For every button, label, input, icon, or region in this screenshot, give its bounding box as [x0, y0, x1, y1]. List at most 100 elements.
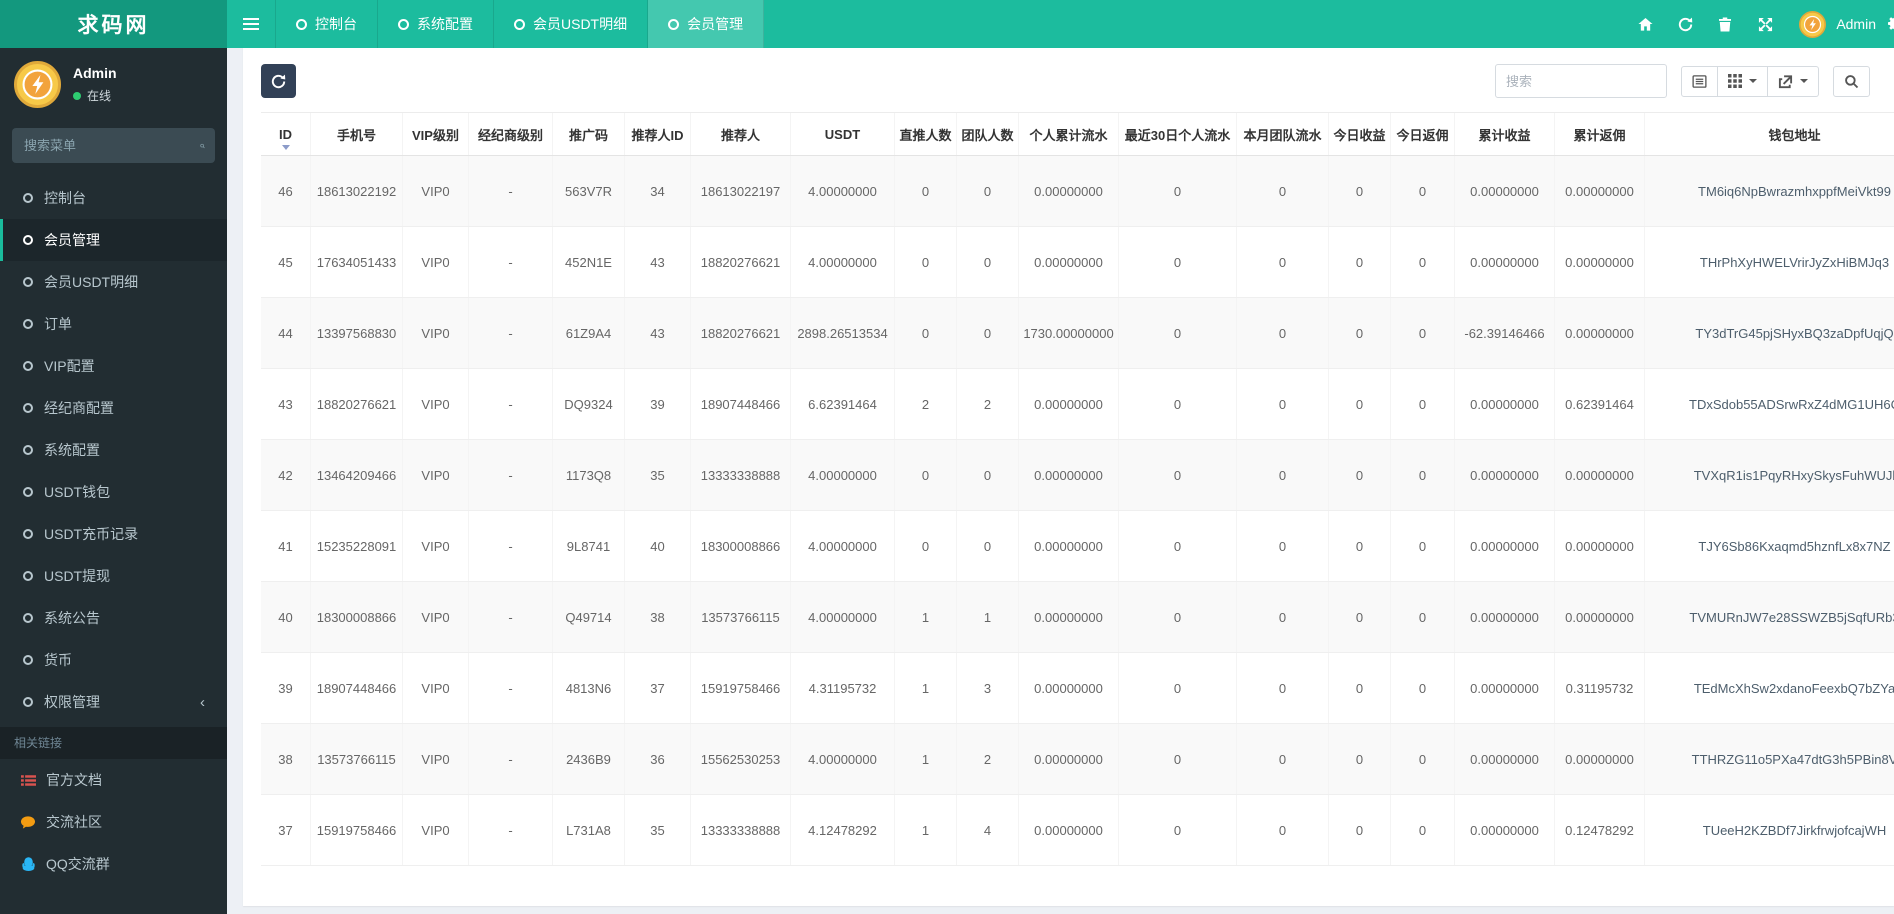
- column-header-team_flow_month[interactable]: 本月团队流水: [1237, 113, 1329, 155]
- column-header-today_income[interactable]: 今日收益: [1329, 113, 1391, 155]
- cell-wallet_address: TVMURnJW7e28SSWZB5jSqfURb3: [1645, 582, 1894, 652]
- column-header-promo_code[interactable]: 推广码: [553, 113, 625, 155]
- sidebar-item-会员USDT明细[interactable]: 会员USDT明细: [0, 261, 227, 303]
- sidebar-item-系统配置[interactable]: 系统配置: [0, 429, 227, 471]
- sidebar-item-USDT钱包[interactable]: USDT钱包: [0, 471, 227, 513]
- column-header-today_rebate[interactable]: 今日返佣: [1391, 113, 1455, 155]
- column-header-id[interactable]: ID: [261, 113, 311, 155]
- menu-search-box[interactable]: [12, 128, 215, 163]
- column-header-referrer[interactable]: 推荐人: [691, 113, 791, 155]
- user-name: Admin: [1836, 16, 1876, 32]
- column-header-wallet_address[interactable]: 钱包地址: [1645, 113, 1894, 155]
- sidebar-item-VIP配置[interactable]: VIP配置: [0, 345, 227, 387]
- sidebar-item-权限管理[interactable]: 权限管理 ‹: [0, 681, 227, 723]
- table-body: 46 18613022192 VIP0-563V7R 34 18613022197 4.0…: [261, 156, 1894, 866]
- cell-id: 46: [261, 156, 311, 226]
- cell-personal_flow: 0.00000000: [1019, 653, 1119, 723]
- table-list-icon: [1692, 74, 1707, 88]
- column-header-total_rebate[interactable]: 累计返佣: [1555, 113, 1645, 155]
- column-header-referrer_id[interactable]: 推荐人ID: [625, 113, 691, 155]
- user-menu[interactable]: Admin: [1799, 10, 1876, 38]
- sidebar-link-交流社区[interactable]: 交流社区: [0, 801, 227, 843]
- sidebar-item-控制台[interactable]: 控制台: [0, 177, 227, 219]
- cell-personal_flow: 0.00000000: [1019, 511, 1119, 581]
- sidebar-item-系统公告[interactable]: 系统公告: [0, 597, 227, 639]
- sidebar-item-订单[interactable]: 订单: [0, 303, 227, 345]
- column-header-team_count[interactable]: 团队人数: [957, 113, 1019, 155]
- column-label: 个人累计流水: [1029, 127, 1108, 143]
- nav-tab-会员USDT明细[interactable]: 会员USDT明细: [494, 0, 649, 48]
- members-table: ID 手机号 VIP级别 经纪商级别 推广码 推荐人ID 推荐人 USDT 直推人数 团队人数 个人…: [261, 112, 1894, 866]
- sidebar-toggle-button[interactable]: [227, 0, 275, 48]
- cell-personal_flow_30d: 0: [1119, 511, 1237, 581]
- column-header-personal_flow_30d[interactable]: 最近30日个人流水: [1119, 113, 1237, 155]
- nav-tab-系统配置[interactable]: 系统配置: [378, 0, 494, 48]
- cell-promo_code: L731A8: [553, 795, 625, 865]
- cell-total_rebate: 0.00000000: [1555, 582, 1645, 652]
- column-label: USDT: [824, 126, 861, 142]
- cell-total_rebate: 0.62391464: [1555, 369, 1645, 439]
- sidebar-link-QQ交流群[interactable]: QQ交流群: [0, 843, 227, 885]
- refresh-button[interactable]: [1665, 0, 1705, 48]
- sidebar-item-USDT提现[interactable]: USDT提现: [0, 555, 227, 597]
- nav-tab-label: 控制台: [315, 16, 357, 32]
- settings-button[interactable]: [1876, 0, 1894, 48]
- column-header-usdt[interactable]: USDT: [791, 113, 895, 155]
- nav-tab-控制台[interactable]: 控制台: [275, 0, 378, 48]
- cell-phone: 15919758466: [311, 795, 403, 865]
- trash-button[interactable]: [1705, 0, 1745, 48]
- column-header-vip_level[interactable]: VIP级别: [403, 113, 469, 155]
- advanced-search-button[interactable]: [1833, 65, 1870, 97]
- cell-promo_code: DQ9324: [553, 369, 625, 439]
- column-label: 团队人数: [961, 127, 1014, 143]
- cell-total_rebate: 0.00000000: [1555, 440, 1645, 510]
- export-button[interactable]: [1768, 65, 1819, 97]
- menu-search-input[interactable]: [24, 138, 200, 153]
- table-search-input[interactable]: [1495, 64, 1667, 98]
- cell-wallet_address: TTHRZG11o5PXa47dtG3h5PBin8V: [1645, 724, 1894, 794]
- sidebar-item-货币[interactable]: 货币: [0, 639, 227, 681]
- column-header-direct_count[interactable]: 直推人数: [895, 113, 957, 155]
- table-row: 38 13573766115 VIP0-2436B9 36 15562530253 4.0…: [261, 724, 1894, 795]
- column-header-personal_flow[interactable]: 个人累计流水: [1019, 113, 1119, 155]
- sidebar-item-会员管理[interactable]: 会员管理: [0, 219, 227, 261]
- nav-tabs: 控制台 系统配置 会员USDT明细 会员管理: [275, 0, 765, 48]
- cell-personal_flow: 0.00000000: [1019, 369, 1119, 439]
- cell-team_flow_month: 0: [1237, 511, 1329, 581]
- cell-wallet_address: THrPhXyHWELVrirJyZxHiBMJq3: [1645, 227, 1894, 297]
- cell-id: 42: [261, 440, 311, 510]
- circle-icon: [23, 655, 33, 665]
- column-label: 推荐人: [720, 127, 760, 143]
- cell-vip_level: VIP0: [403, 156, 469, 226]
- expand-icon: [1758, 17, 1772, 31]
- doc-list-icon: [20, 772, 36, 788]
- sidebar-item-经纪商配置[interactable]: 经纪商配置: [0, 387, 227, 429]
- column-header-broker_level[interactable]: 经纪商级别: [469, 113, 553, 155]
- list-view-button[interactable]: [1681, 65, 1718, 97]
- nav-tab-会员管理[interactable]: 会员管理: [648, 0, 765, 48]
- sidebar-item-USDT充币记录[interactable]: USDT充币记录: [0, 513, 227, 555]
- circle-icon: [514, 18, 525, 30]
- avatar: [1799, 10, 1827, 38]
- cell-promo_code: Q49714: [553, 582, 625, 652]
- column-header-phone[interactable]: 手机号: [311, 113, 403, 155]
- cell-vip_level: VIP0: [403, 227, 469, 297]
- cell-phone: 18613022192: [311, 156, 403, 226]
- cell-total_rebate: 0.31195732: [1555, 653, 1645, 723]
- cell-promo_code: 2436B9: [553, 724, 625, 794]
- circle-icon: [23, 613, 33, 623]
- refresh-table-button[interactable]: [261, 64, 296, 98]
- cell-team_flow_month: 0: [1237, 298, 1329, 368]
- cell-team_count: 4: [957, 795, 1019, 865]
- cell-referrer: 18300008866: [691, 511, 791, 581]
- cell-today_income: 0: [1329, 440, 1391, 510]
- fullscreen-button[interactable]: [1745, 0, 1785, 48]
- cell-personal_flow_30d: 0: [1119, 298, 1237, 368]
- columns-button[interactable]: [1718, 65, 1768, 97]
- sidebar-link-官方文档[interactable]: 官方文档: [0, 759, 227, 801]
- home-button[interactable]: [1625, 0, 1665, 48]
- cell-vip_level: VIP0: [403, 582, 469, 652]
- column-label: 直推人数: [899, 127, 952, 143]
- column-header-total_income[interactable]: 累计收益: [1455, 113, 1555, 155]
- cell-team_flow_month: 0: [1237, 582, 1329, 652]
